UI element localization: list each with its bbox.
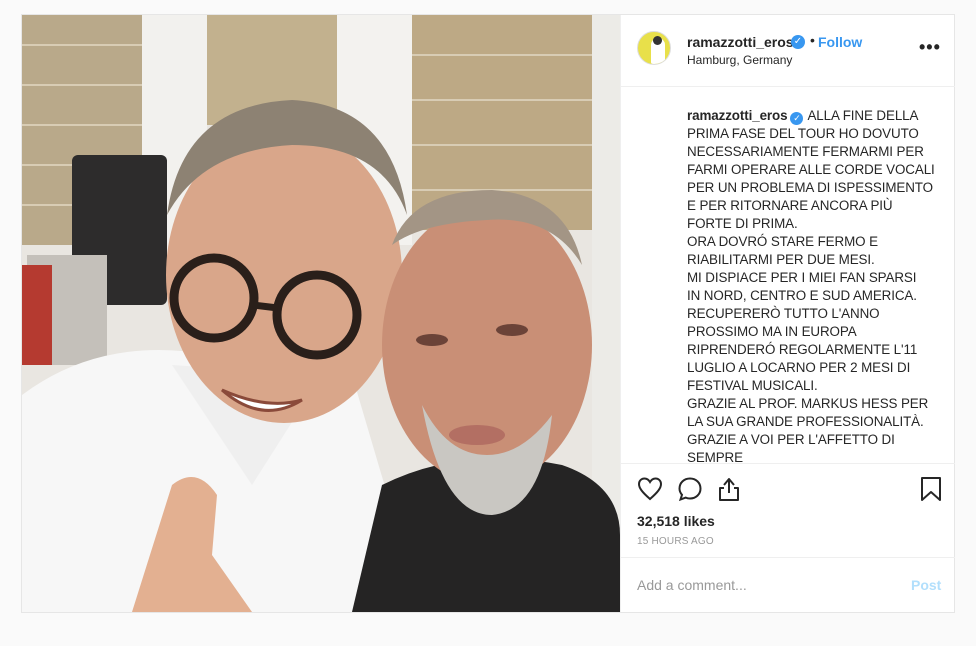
caption-line: GRAZIE A VOI PER L'AFFETTO DI [687,432,895,447]
likes-count[interactable]: 32,518 likes [637,513,715,529]
caption-line: FORTE DI PRIMA. [687,216,798,231]
location-link[interactable]: Hamburg, Germany [687,53,792,67]
caption-line: PROSSIMO MA IN EUROPA [687,324,857,339]
caption-line: NECESSARIAMENTE FERMARMI PER [687,144,924,159]
more-options-icon[interactable]: ••• [919,37,941,58]
post-photo[interactable] [22,15,620,612]
post-comment-button[interactable]: Post [911,577,941,593]
caption-line: ORA DOVRÓ STARE FERMO E [687,234,878,249]
separator-dot: • [810,32,815,48]
caption-line: RIPRENDERÓ REGOLARMENTE L'11 [687,342,918,357]
comment-form: Post [621,557,955,612]
caption: ramazzotti_eros ✓ ALLA FINE DELLA PRIMA FA… [687,107,937,463]
post-actions: 32,518 likes 15 HOURS AGO [621,463,955,555]
avatar[interactable] [637,31,671,65]
post-card: ramazzotti_eros ✓ • Follow Hamburg, Germ… [21,14,955,613]
caption-line: LA SUA GRANDE PROFESSIONALITÀ. [687,414,924,429]
caption-line: LUGLIO A LOCARNO PER 2 MESI DI [687,360,911,375]
caption-username-link[interactable]: ramazzotti_eros [687,108,788,123]
username-link[interactable]: ramazzotti_eros [687,34,794,50]
post-timestamp[interactable]: 15 HOURS AGO [637,536,714,547]
share-icon[interactable] [716,476,744,504]
comment-input[interactable] [637,575,897,595]
verified-badge-icon: ✓ [790,112,804,125]
post-header: ramazzotti_eros ✓ • Follow Hamburg, Germ… [621,15,955,87]
caption-line: FARMI OPERARE ALLE CORDE VOCALI [687,162,935,177]
caption-line: MI DISPIACE PER I MIEI FAN SPARSI [687,270,917,285]
caption-line: GRAZIE AL PROF. MARKUS HESS PER [687,396,929,411]
selfie-image [22,15,620,612]
caption-line: RIABILITARMI PER DUE MESI. [687,252,875,267]
bookmark-icon[interactable] [918,476,946,504]
caption-line: SEMPRE [687,450,743,463]
verified-badge-icon: ✓ [791,35,805,49]
comment-bubble-icon[interactable] [677,476,705,504]
caption-line: FESTIVAL MUSICALI. [687,378,818,393]
heart-icon[interactable] [637,476,665,504]
caption-line: ALLA FINE DELLA [807,108,919,123]
follow-button[interactable]: Follow [818,34,862,50]
post-sidebar: ramazzotti_eros ✓ • Follow Hamburg, Germ… [620,15,955,612]
caption-line: PRIMA FASE DEL TOUR HO DOVUTO [687,126,919,141]
caption-line: RECUPERERÒ TUTTO L'ANNO [687,306,880,321]
caption-line: E PER RITORNARE ANCORA PIÙ [687,198,893,213]
caption-line: IN NORD, CENTRO E SUD AMERICA. [687,288,917,303]
caption-line: PER UN PROBLEMA DI ISPESSIMENTO [687,180,933,195]
